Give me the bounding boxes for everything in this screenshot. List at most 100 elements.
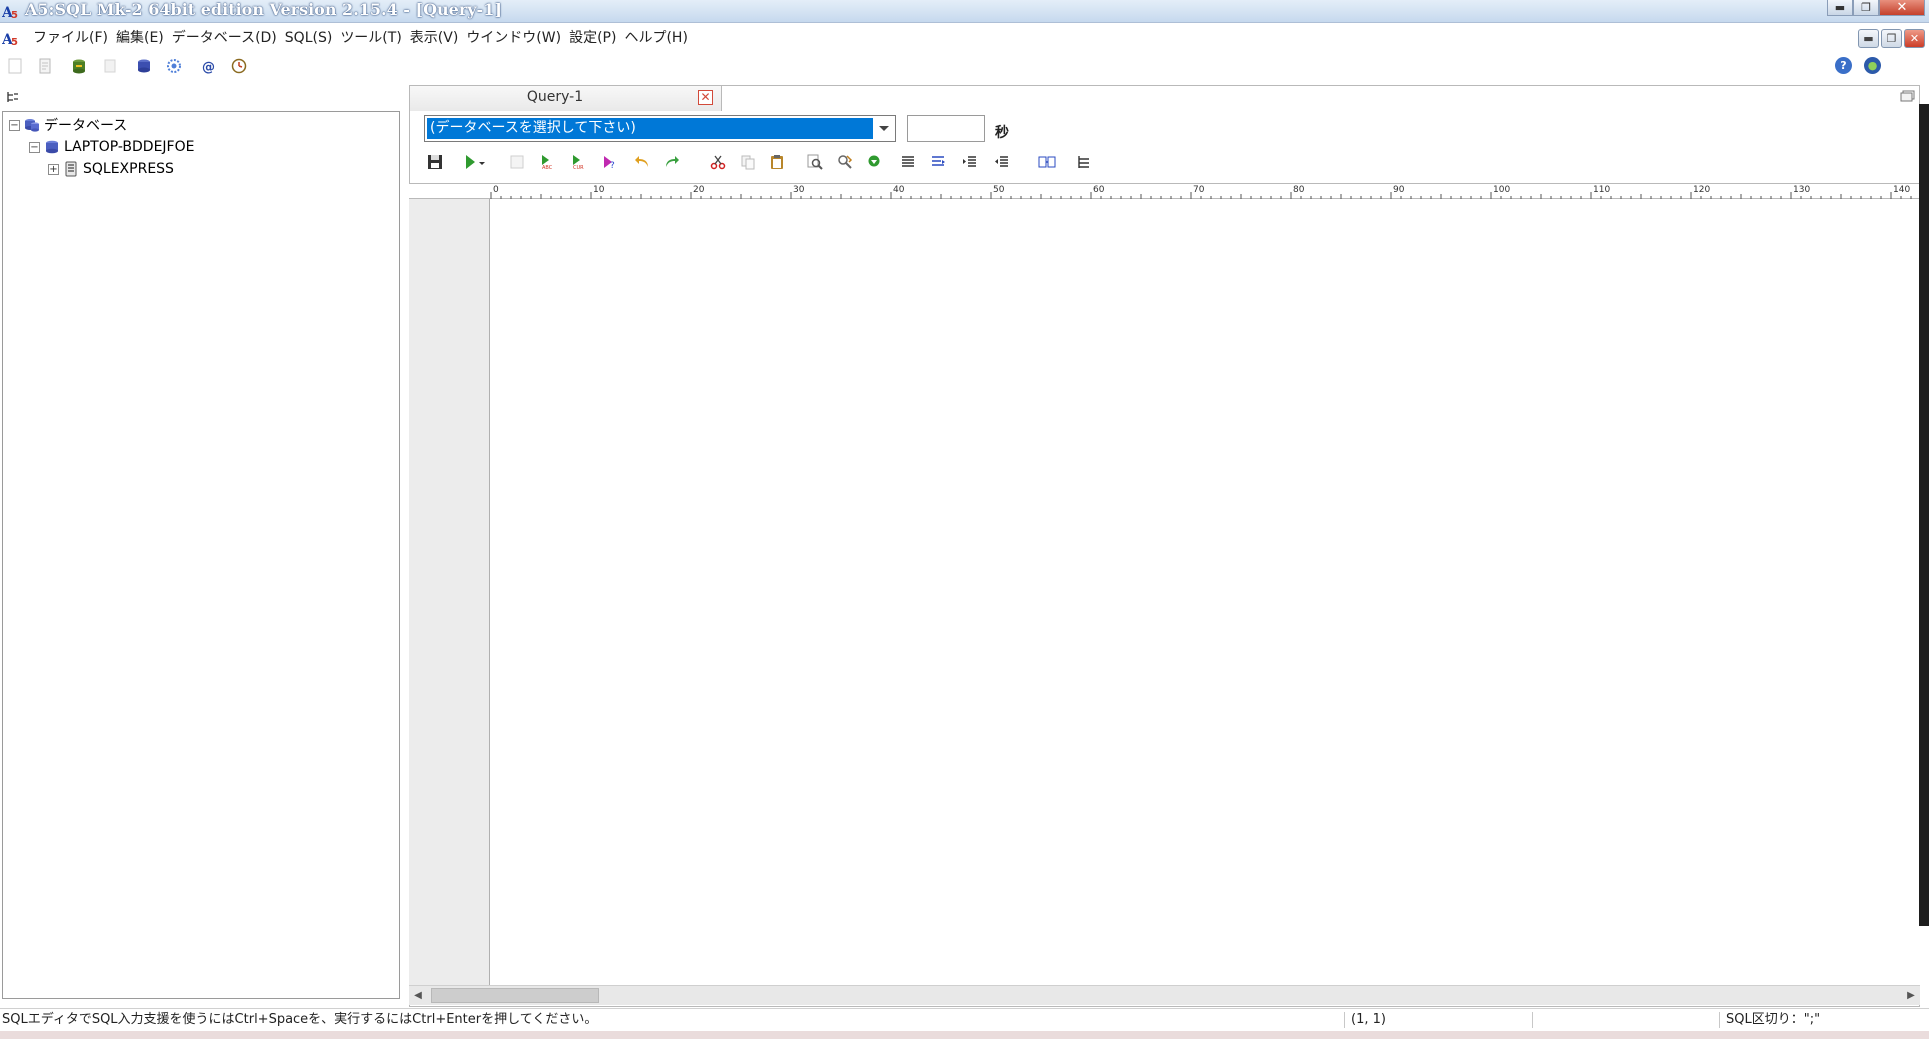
expand-icon[interactable]: + bbox=[48, 163, 59, 175]
vertical-scrollbar[interactable] bbox=[1919, 104, 1929, 926]
ruler-tick-label: 90 bbox=[1393, 185, 1405, 195]
menu-view[interactable]: 表示(V) bbox=[406, 27, 463, 49]
mdi-app-icon[interactable]: A 5 bbox=[2, 29, 20, 47]
open-file-icon[interactable] bbox=[36, 57, 54, 75]
save-icon[interactable] bbox=[427, 154, 443, 170]
collapse-icon[interactable]: − bbox=[29, 141, 40, 153]
tree-node-server[interactable]: − LAPTOP-BDDEJFOE bbox=[29, 137, 194, 157]
sql-editor[interactable] bbox=[491, 199, 1920, 985]
svg-text:CUR: CUR bbox=[573, 165, 584, 170]
menu-settings[interactable]: 設定(P) bbox=[565, 27, 620, 49]
paste-icon[interactable] bbox=[769, 154, 785, 170]
copy-icon[interactable] bbox=[740, 154, 756, 170]
tree-node-databases[interactable]: − データベース bbox=[9, 115, 127, 135]
tab-close-icon[interactable]: ✕ bbox=[698, 90, 713, 105]
horizontal-scrollbar[interactable]: ◀ ▶ bbox=[409, 985, 1920, 1005]
status-cursor-position: (1, 1) bbox=[1351, 1012, 1386, 1027]
timeout-input[interactable] bbox=[907, 115, 985, 142]
web-globe-icon[interactable]: ● bbox=[1864, 57, 1881, 74]
redo-icon[interactable] bbox=[664, 154, 680, 170]
connect-database-icon[interactable] bbox=[70, 57, 88, 75]
ruler-tick-label: 100 bbox=[1493, 185, 1510, 195]
timer-icon[interactable] bbox=[230, 57, 248, 75]
tab-query-1[interactable]: Query-1 ✕ bbox=[409, 85, 722, 111]
indent-icon[interactable] bbox=[962, 154, 978, 170]
tree-node-databases-label: データベース bbox=[44, 118, 128, 134]
a5sql-logo-icon: A 5 bbox=[2, 5, 18, 20]
svg-text:?: ? bbox=[610, 161, 615, 170]
explain-plan-icon[interactable]: ? bbox=[602, 154, 618, 170]
execute-icon[interactable] bbox=[464, 154, 486, 170]
status-sql-delimiter: SQL区切り：";" bbox=[1726, 1012, 1821, 1027]
outdent-icon[interactable] bbox=[994, 154, 1010, 170]
help-icon[interactable]: ? bbox=[1835, 57, 1852, 74]
execute-all-icon[interactable]: ABC bbox=[539, 154, 555, 170]
collapse-icon[interactable]: − bbox=[9, 119, 20, 131]
chevron-down-icon[interactable] bbox=[875, 118, 893, 139]
query-builder-icon[interactable] bbox=[1038, 154, 1056, 170]
find-icon[interactable] bbox=[807, 154, 823, 170]
status-divider bbox=[1532, 1012, 1533, 1028]
scroll-right-icon[interactable]: ▶ bbox=[1902, 986, 1920, 1005]
replace-icon[interactable] bbox=[837, 154, 853, 170]
menu-edit[interactable]: 編集(E) bbox=[112, 27, 168, 49]
database-icon[interactable] bbox=[135, 57, 153, 75]
close-button[interactable]: ✕ bbox=[1879, 0, 1925, 16]
ruler-tick-label: 80 bbox=[1293, 185, 1305, 195]
taskbar-edge bbox=[0, 1031, 1929, 1039]
menu-database[interactable]: データベース(D) bbox=[168, 27, 281, 49]
mdi-minimize-button[interactable]: ▬ bbox=[1858, 29, 1879, 48]
cut-icon[interactable] bbox=[710, 154, 726, 170]
align-icon[interactable] bbox=[900, 154, 916, 170]
execute-current-icon[interactable]: CUR bbox=[570, 154, 586, 170]
database-group-icon bbox=[25, 119, 39, 132]
window-list-icon[interactable] bbox=[1900, 90, 1915, 102]
svg-text:5: 5 bbox=[11, 37, 18, 47]
maximize-button[interactable]: ❐ bbox=[1853, 0, 1879, 16]
mdi-close-button[interactable]: ✕ bbox=[1904, 29, 1925, 48]
mdi-restore-button[interactable]: ❐ bbox=[1881, 29, 1902, 48]
editor-toolbar: ABC CUR ? bbox=[424, 151, 1124, 175]
ruler-tick-label: 0 bbox=[493, 185, 499, 195]
window-title: A5:SQL Mk-2 64bit edition Version 2.15.4… bbox=[25, 0, 502, 19]
menu-help[interactable]: ヘルプ(H) bbox=[620, 27, 691, 49]
main-toolbar: @ bbox=[0, 54, 1929, 80]
menu-window[interactable]: ウインドウ(W) bbox=[462, 27, 565, 49]
line-number-gutter bbox=[409, 199, 490, 985]
undo-icon[interactable] bbox=[634, 154, 650, 170]
status-hint: SQLエディタでSQL入力支援を使うにはCtrl+Spaceを、実行するにはCt… bbox=[2, 1012, 598, 1027]
database-tree: − データベース − LAPTOP-BDDEJFOE + SQLEXPRESS bbox=[2, 111, 400, 999]
tree-node-instance[interactable]: + SQLEXPRESS bbox=[48, 159, 174, 179]
disabled-icon[interactable] bbox=[101, 57, 119, 75]
tree-view-icon[interactable] bbox=[6, 90, 20, 104]
scroll-thumb[interactable] bbox=[431, 988, 599, 1003]
svg-text:@: @ bbox=[202, 60, 215, 74]
tree-node-instance-label: SQLEXPRESS bbox=[83, 161, 174, 177]
new-file-icon[interactable] bbox=[6, 57, 24, 75]
format-sql-icon[interactable] bbox=[930, 154, 946, 170]
outline-icon[interactable] bbox=[1076, 154, 1092, 170]
jump-icon[interactable] bbox=[866, 154, 882, 170]
ruler-tick-label: 40 bbox=[893, 185, 905, 195]
menu-file[interactable]: ファイル(F) bbox=[29, 27, 112, 49]
stop-icon[interactable] bbox=[509, 154, 525, 170]
ruler-tick-label: 30 bbox=[793, 185, 805, 195]
scroll-left-icon[interactable]: ◀ bbox=[409, 986, 427, 1005]
ruler-tick-label: 10 bbox=[593, 185, 605, 195]
at-sign-icon[interactable]: @ bbox=[200, 57, 218, 75]
ruler-tick-label: 120 bbox=[1693, 185, 1710, 195]
minimize-button[interactable]: ▬ bbox=[1827, 0, 1853, 16]
timeout-unit-label: 秒 bbox=[995, 125, 1009, 141]
status-bar: SQLエディタでSQL入力支援を使うにはCtrl+Spaceを、実行するにはCt… bbox=[0, 1008, 1929, 1030]
database-select[interactable]: (データベースを選択して下さい) bbox=[424, 115, 896, 142]
title-bar: A 5 A5:SQL Mk-2 64bit edition Version 2.… bbox=[0, 0, 1929, 23]
settings-gear-icon[interactable] bbox=[165, 57, 183, 75]
menu-tools[interactable]: ツール(T) bbox=[336, 27, 405, 49]
menu-sql[interactable]: SQL(S) bbox=[281, 27, 337, 49]
ruler-tick-label: 110 bbox=[1593, 185, 1610, 195]
ruler-tick-label: 70 bbox=[1193, 185, 1205, 195]
ruler-tick-label: 60 bbox=[1093, 185, 1105, 195]
tab-label: Query-1 bbox=[526, 89, 584, 105]
ruler-tick-label: 140 bbox=[1893, 185, 1910, 195]
ruler-tick-label: 20 bbox=[693, 185, 705, 195]
